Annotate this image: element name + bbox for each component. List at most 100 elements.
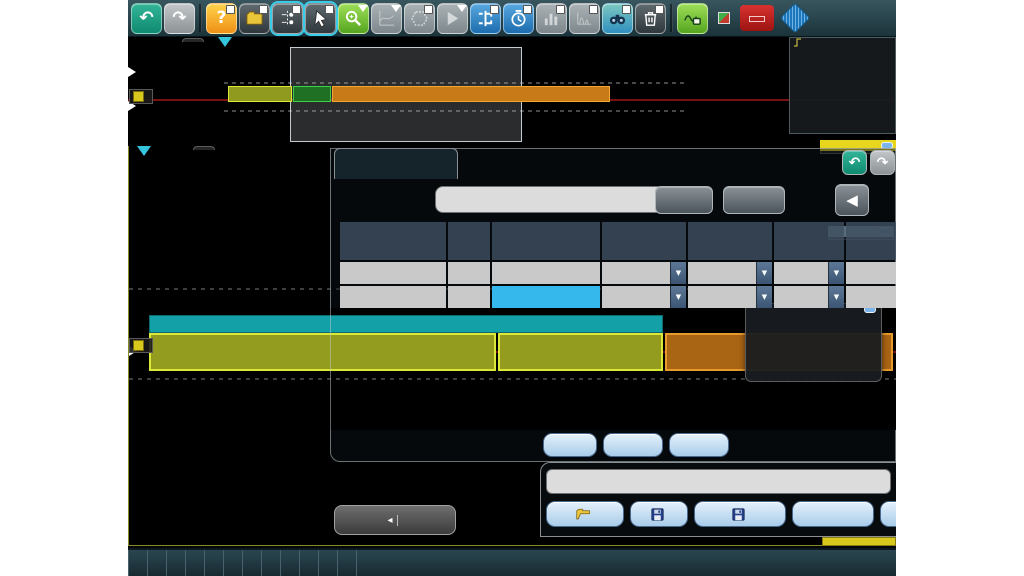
remove-cell-button[interactable] [603, 433, 663, 457]
help-button[interactable]: ? [206, 3, 237, 34]
menu-trigger[interactable] [166, 550, 185, 576]
decode-delim [293, 86, 331, 102]
bit-order-0[interactable]: ▼ [688, 262, 772, 284]
undo-icon: ↶ [139, 10, 153, 27]
menu-search[interactable] [280, 550, 299, 576]
menu-analysis[interactable] [299, 550, 318, 576]
floppy-icon [651, 508, 664, 521]
redo-button[interactable]: ↷ [164, 3, 195, 34]
trigger-position-marker[interactable] [137, 146, 151, 156]
serbus1-badge[interactable] [745, 303, 882, 382]
zoom-button[interactable] [338, 3, 369, 34]
trigger-position-marker[interactable] [218, 37, 232, 47]
cell-name-0[interactable] [340, 262, 446, 284]
col-header-numeric-format [602, 222, 686, 260]
diagram1-main [128, 37, 896, 146]
menu-masks[interactable] [261, 550, 280, 576]
condition-0[interactable] [492, 262, 600, 284]
ch1-signal-bar[interactable] [822, 537, 896, 546]
menu-vertical[interactable] [185, 550, 204, 576]
deskew-button[interactable] [272, 3, 303, 34]
menu-cursor[interactable] [223, 550, 242, 576]
open-button[interactable] [546, 501, 624, 527]
numeric-format-1[interactable]: ▼ [602, 286, 686, 308]
dropdown-arrow-icon[interactable]: ▼ [828, 262, 844, 284]
dialog-redo-button[interactable]: ↷ [870, 150, 895, 175]
tab-diagram1[interactable] [182, 38, 204, 42]
corner-dropdown [391, 5, 401, 12]
decode-data [332, 86, 610, 102]
quick-measurement-button[interactable] [503, 3, 534, 34]
configuration-toggle-button[interactable]: ◂ [334, 505, 456, 535]
save-as-button[interactable] [694, 501, 786, 527]
redo-icon: ↷ [877, 156, 889, 170]
color-0[interactable]: ▼ [774, 262, 844, 284]
bit-order-1[interactable]: ▼ [688, 286, 772, 308]
undo-button[interactable]: ↶ [131, 3, 162, 34]
prev-frame-button[interactable]: ◀ [835, 184, 869, 216]
dropdown-arrow-icon[interactable]: ▼ [756, 262, 772, 284]
frame-type-input[interactable] [435, 186, 665, 213]
annotation-button[interactable] [677, 3, 708, 34]
search-button[interactable] [602, 3, 633, 34]
bus-icon [133, 340, 144, 351]
result-color-0[interactable] [846, 262, 896, 284]
decode-preamble [228, 86, 292, 102]
col-header-cell-name [340, 222, 446, 260]
mask-test-button[interactable] [404, 3, 435, 34]
horizontal-trigger-panel[interactable] [789, 37, 896, 134]
upper-level-marker[interactable] [128, 67, 136, 77]
tab-frame-format[interactable] [334, 148, 458, 179]
desktop: ↶ ↷ ? [0, 0, 1024, 576]
explore-button[interactable] [792, 501, 874, 527]
bit-count-1[interactable] [448, 286, 490, 308]
menu-meas[interactable] [242, 550, 261, 576]
color-1[interactable]: ▼ [774, 286, 844, 308]
result-color-1[interactable] [846, 286, 896, 308]
hd-sub-bar [749, 16, 765, 22]
add-button[interactable] [655, 186, 713, 214]
condition-1[interactable] [492, 286, 600, 308]
clipped-button[interactable] [880, 501, 896, 527]
dropdown-arrow-icon[interactable]: ▼ [756, 286, 772, 308]
cell-name-1[interactable] [340, 286, 446, 308]
col-header-color [774, 222, 844, 260]
cursor-select-button[interactable] [305, 3, 336, 34]
numeric-format-0[interactable]: ▼ [602, 262, 686, 284]
menu-horizontal[interactable] [147, 550, 166, 576]
corner-checkbox [292, 5, 301, 14]
help-icon: ? [217, 10, 227, 27]
trigger-flag-button[interactable] [437, 3, 468, 34]
bus1-label[interactable] [129, 338, 153, 353]
menu-display[interactable] [318, 550, 337, 576]
rohde-schwarz-logo [779, 2, 810, 33]
save-button[interactable] [630, 501, 688, 527]
insert-button[interactable] [543, 433, 597, 457]
cell-preamble [149, 333, 496, 371]
histogram-button[interactable] [536, 3, 567, 34]
menu-math[interactable] [204, 550, 223, 576]
dialog-undo-button[interactable]: ↶ [842, 150, 867, 175]
delete-button[interactable] [635, 3, 666, 34]
display-layout-button[interactable] [371, 3, 402, 34]
filename-input[interactable] [546, 469, 891, 494]
dropdown-arrow-icon[interactable]: ▼ [670, 262, 686, 284]
file-open-button[interactable] [239, 3, 270, 34]
remove-button[interactable] [723, 186, 785, 214]
left-arrow-icon: ◀ [846, 191, 858, 209]
tab-zoom1[interactable] [193, 146, 215, 150]
menu-file[interactable] [128, 550, 147, 576]
corner-checkbox [622, 5, 631, 14]
corner-dropdown [457, 5, 467, 12]
hd-badge [740, 5, 774, 31]
dropdown-arrow-icon[interactable]: ▼ [828, 286, 844, 308]
dropdown-arrow-icon[interactable]: ▼ [670, 286, 686, 308]
corner-checkbox [226, 5, 235, 14]
bit-count-0[interactable] [448, 262, 490, 284]
menu-tutorials[interactable] [337, 550, 357, 576]
append-button[interactable] [669, 433, 729, 457]
fft-button[interactable] [569, 3, 600, 34]
col-header-bit-order [688, 222, 772, 260]
bus1-label[interactable] [129, 89, 153, 104]
measurement-button[interactable] [470, 3, 501, 34]
